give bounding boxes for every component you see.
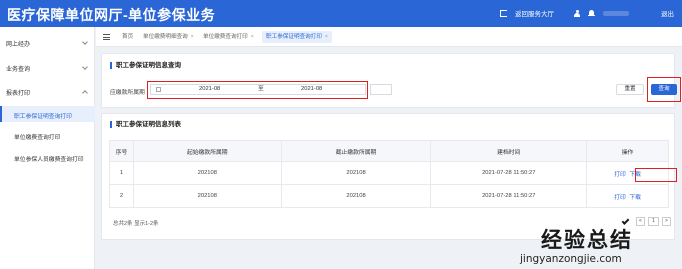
column-header: 建档时间 bbox=[430, 140, 588, 162]
end-period-value: 2021-08 bbox=[301, 86, 323, 92]
print-link[interactable]: 打印 bbox=[614, 195, 626, 201]
chevron-down-icon bbox=[82, 39, 88, 45]
sidebar-item-business-query[interactable]: 业务查询 bbox=[0, 60, 95, 76]
tab-unit-payment-print[interactable]: 单位缴费查询打印 × bbox=[199, 31, 258, 43]
sidebar-item-label: 业务查询 bbox=[6, 67, 31, 73]
actions-cell: 打印 下载 bbox=[586, 184, 669, 208]
page-number-button[interactable]: 1 bbox=[648, 217, 659, 226]
query-panel: 职工参保证明信息查询 bbox=[101, 53, 675, 108]
sidebar-subitem-label: 单位参保人员缴费查询打印 bbox=[14, 156, 84, 163]
tab-label: 职工参保证明查询打印 bbox=[266, 34, 322, 40]
return-hall-link[interactable]: 返回服务大厅 bbox=[515, 8, 554, 18]
print-link[interactable]: 打印 bbox=[614, 172, 626, 178]
watermark-chars: 经验总结 bbox=[541, 228, 633, 252]
watermark-url: jingyanzongjie.com bbox=[520, 253, 622, 265]
period-label: 应缴款所属期 bbox=[110, 90, 145, 96]
row-number: 1 bbox=[109, 161, 134, 185]
download-link[interactable]: 下载 bbox=[629, 172, 641, 178]
pagination-summary: 总共2条 显示1-2条 bbox=[113, 221, 159, 227]
user-name-redacted bbox=[603, 10, 629, 16]
created-time-cell: 2021-07-28 11:50:27 bbox=[430, 161, 588, 185]
chevron-down-icon bbox=[82, 64, 88, 70]
sidebar-subitem-unit-payment[interactable]: 单位缴费查询打印 bbox=[0, 127, 95, 143]
tab-employee-certificate[interactable]: 职工参保证明查询打印 × bbox=[262, 31, 332, 43]
logout-link[interactable]: 退出 bbox=[661, 8, 674, 18]
query-panel-title: 职工参保证明信息查询 bbox=[110, 62, 181, 69]
tab-label: 单位缴费明细查询 bbox=[143, 34, 188, 40]
page-next-button[interactable]: > bbox=[662, 217, 671, 226]
column-header: 序号 bbox=[109, 140, 134, 162]
close-icon[interactable]: × bbox=[325, 34, 328, 40]
end-period-cell: 202108 bbox=[280, 161, 432, 185]
sidebar-item-label: 报表打印 bbox=[6, 91, 31, 97]
chevron-up-icon bbox=[82, 90, 88, 96]
sidebar-item-label: 网上经办 bbox=[6, 42, 31, 48]
exit-door-icon[interactable] bbox=[500, 9, 507, 17]
page-prev-button[interactable]: < bbox=[636, 217, 645, 226]
header-actions: 返回服务大厅 退出 bbox=[500, 8, 674, 18]
period-range-input[interactable]: 2021-08 至 2021-08 bbox=[150, 84, 366, 95]
start-period-cell: 202108 bbox=[132, 184, 282, 208]
close-icon[interactable]: × bbox=[251, 34, 254, 40]
actions-cell: 打印 下载 bbox=[586, 161, 669, 185]
query-button[interactable]: 查询 bbox=[651, 84, 677, 95]
end-period-cell: 202108 bbox=[280, 184, 432, 208]
list-panel-title: 职工参保证明信息列表 bbox=[110, 121, 181, 128]
sidebar-subitem-label: 单位缴费查询打印 bbox=[14, 134, 61, 141]
sidebar-item-report-print[interactable]: 报表打印 bbox=[0, 84, 95, 100]
start-period-value: 2021-08 bbox=[199, 86, 221, 92]
sidebar-subitem-label: 职工参保证明查询打印 bbox=[14, 113, 72, 120]
sidebar: 网上经办 业务查询 报表打印 职工参保证明查询打印 单位缴费查询打印 单位参保人… bbox=[0, 27, 95, 269]
download-link[interactable]: 下载 bbox=[629, 195, 641, 201]
app-header: 医疗保障单位网厅-单位参保业务 返回服务大厅 退出 bbox=[0, 0, 682, 27]
tab-home[interactable]: 首页 bbox=[118, 31, 137, 43]
tab-label: 首页 bbox=[122, 34, 134, 40]
created-time-cell: 2021-07-28 11:50:27 bbox=[430, 184, 588, 208]
tab-label: 单位缴费查询打印 bbox=[203, 34, 248, 40]
calendar-icon bbox=[156, 87, 161, 92]
user-icon[interactable] bbox=[574, 9, 580, 17]
table-row: 2 202108 202108 2021-07-28 11:50:27 打印 下… bbox=[109, 184, 669, 208]
reset-button[interactable]: 重置 bbox=[616, 84, 644, 95]
app-title: 医疗保障单位网厅-单位参保业务 bbox=[7, 7, 216, 23]
column-header: 截止缴款所属期 bbox=[280, 140, 432, 162]
sidebar-item-online-handling[interactable]: 网上经办 bbox=[0, 35, 95, 51]
row-number: 2 bbox=[109, 184, 134, 208]
menu-toggle-icon[interactable] bbox=[103, 34, 110, 40]
start-period-cell: 202108 bbox=[132, 161, 282, 185]
table-row: 1 202108 202108 2021-07-28 11:50:27 打印 下… bbox=[109, 161, 669, 185]
column-header: 操作 bbox=[586, 140, 669, 162]
bell-icon[interactable] bbox=[588, 9, 595, 17]
close-icon[interactable]: × bbox=[191, 34, 194, 40]
table-header-row: 序号 起始缴款所属期 截止缴款所属期 建档时间 操作 bbox=[109, 140, 669, 162]
tab-unit-payment-detail[interactable]: 单位缴费明细查询 × bbox=[139, 31, 198, 43]
sidebar-subitem-insured-payment[interactable]: 单位参保人员缴费查询打印 bbox=[0, 149, 95, 165]
range-separator: 至 bbox=[258, 86, 264, 92]
sidebar-subitem-employee-certificate[interactable]: 职工参保证明查询打印 bbox=[0, 106, 95, 122]
certificate-table: 序号 起始缴款所属期 截止缴款所属期 建档时间 操作 1 202108 2021… bbox=[109, 140, 669, 208]
period-extra-input[interactable] bbox=[370, 84, 392, 95]
column-header: 起始缴款所属期 bbox=[132, 140, 282, 162]
tab-bar: 首页 单位缴费明细查询 × 单位缴费查询打印 × 职工参保证明查询打印 × bbox=[96, 27, 682, 47]
